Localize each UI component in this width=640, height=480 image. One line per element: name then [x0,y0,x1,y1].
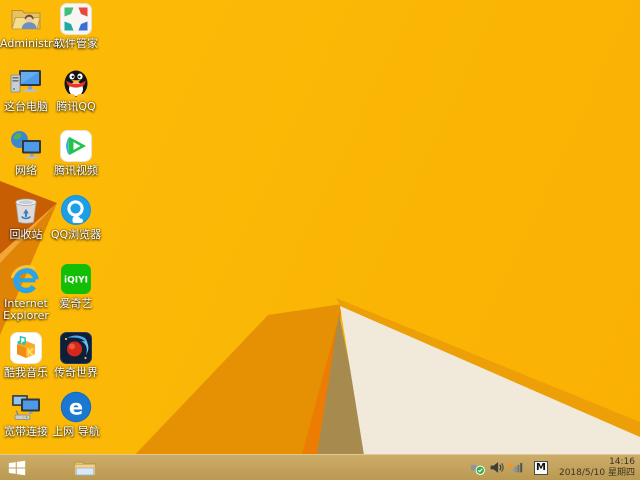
start-icon [7,458,27,478]
desktop-icon-label: 酷我音乐 [0,367,52,379]
desktop-icon-iqiyi[interactable]: iQIYI 爱奇艺 [50,262,102,310]
software-manager-icon [59,2,93,36]
taskbar-clock[interactable]: 14:16 2018/5/10 星期四 [553,457,637,478]
file-explorer-taskbar-button[interactable] [68,455,102,480]
clock-date: 2018/5/10 星期四 [553,468,635,479]
legend-world-game-icon [59,331,93,365]
svg-text:K: K [27,348,35,359]
taskbar: M 14:16 2018/5/10 星期四 [0,454,640,480]
desktop-icon-tencent-video[interactable]: 腾讯视频 [50,129,102,177]
desktop-icon-label: Internet Explorer [0,298,52,322]
desktop-icon-administrator-folder[interactable]: Administra... [0,2,52,50]
svg-text:e: e [69,396,83,420]
taskbar-buttons [0,455,102,480]
start-button[interactable] [0,455,34,480]
desktop-icon-broadband-connection[interactable]: 宽带连接 [0,390,52,438]
tray-icons: M [470,460,548,475]
usb-safely-remove-icon[interactable] [470,460,485,475]
iqiyi-icon: iQIYI [59,262,93,296]
desktop-icon-internet-explorer[interactable]: Internet Explorer [0,262,52,322]
tencent-video-icon [59,129,93,163]
desktop-icon-label: 软件管家 [50,38,102,50]
internet-explorer-icon [9,262,43,296]
desktop-screen: Administra...软件管家这台电脑腾讯QQ 网络腾讯视频回收站QQ浏览器 I… [0,0,640,480]
desktop-icon-label: 上网 导航 [50,426,102,438]
desktop-icon-label: 宽带连接 [0,426,52,438]
desktop-icon-label: 这台电脑 [0,101,52,113]
internet-navigation-icon: e [59,390,93,424]
this-pc-icon [9,65,43,99]
tencent-qq-icon [59,65,93,99]
qq-browser-icon [59,193,93,227]
desktop-icon-label: Administra... [0,38,52,50]
file-explorer-icon [73,456,97,480]
desktop-icon-grid: Administra...软件管家这台电脑腾讯QQ 网络腾讯视频回收站QQ浏览器 I… [0,0,640,480]
desktop-icon-software-manager[interactable]: 软件管家 [50,2,102,50]
desktop-icon-recycle-bin[interactable]: 回收站 [0,193,52,241]
system-tray: M 14:16 2018/5/10 星期四 [470,457,640,478]
volume-icon[interactable] [489,460,504,475]
desktop-icon-network[interactable]: 网络 [0,129,52,177]
network-warning-icon[interactable] [508,460,523,475]
ime-indicator-icon[interactable]: M [534,461,548,475]
desktop-icon-label: 网络 [0,165,52,177]
desktop-icon-label: 腾讯视频 [50,165,102,177]
recycle-bin-icon [9,193,43,227]
kuwo-music-icon: K [9,331,43,365]
ie-taskbar-button[interactable] [34,455,68,480]
clock-time: 14:16 [553,457,635,468]
desktop-icon-label: 传奇世界 [50,367,102,379]
desktop-icon-label: 腾讯QQ [50,101,102,113]
desktop-icon-this-pc[interactable]: 这台电脑 [0,65,52,113]
desktop-icon-legend-world-game[interactable]: 传奇世界 [50,331,102,379]
desktop-icon-tencent-qq[interactable]: 腾讯QQ [50,65,102,113]
desktop-icon-kuwo-music[interactable]: K 酷我音乐 [0,331,52,379]
svg-text:iQIYI: iQIYI [64,276,88,286]
desktop-icon-qq-browser[interactable]: QQ浏览器 [50,193,102,241]
desktop-icon-internet-navigation[interactable]: e 上网 导航 [50,390,102,438]
administrator-folder-icon [9,2,43,36]
broadband-connection-icon [9,390,43,424]
desktop-icon-label: QQ浏览器 [50,229,102,241]
network-icon [9,129,43,163]
desktop-icon-label: 爱奇艺 [50,298,102,310]
desktop-icon-label: 回收站 [0,229,52,241]
